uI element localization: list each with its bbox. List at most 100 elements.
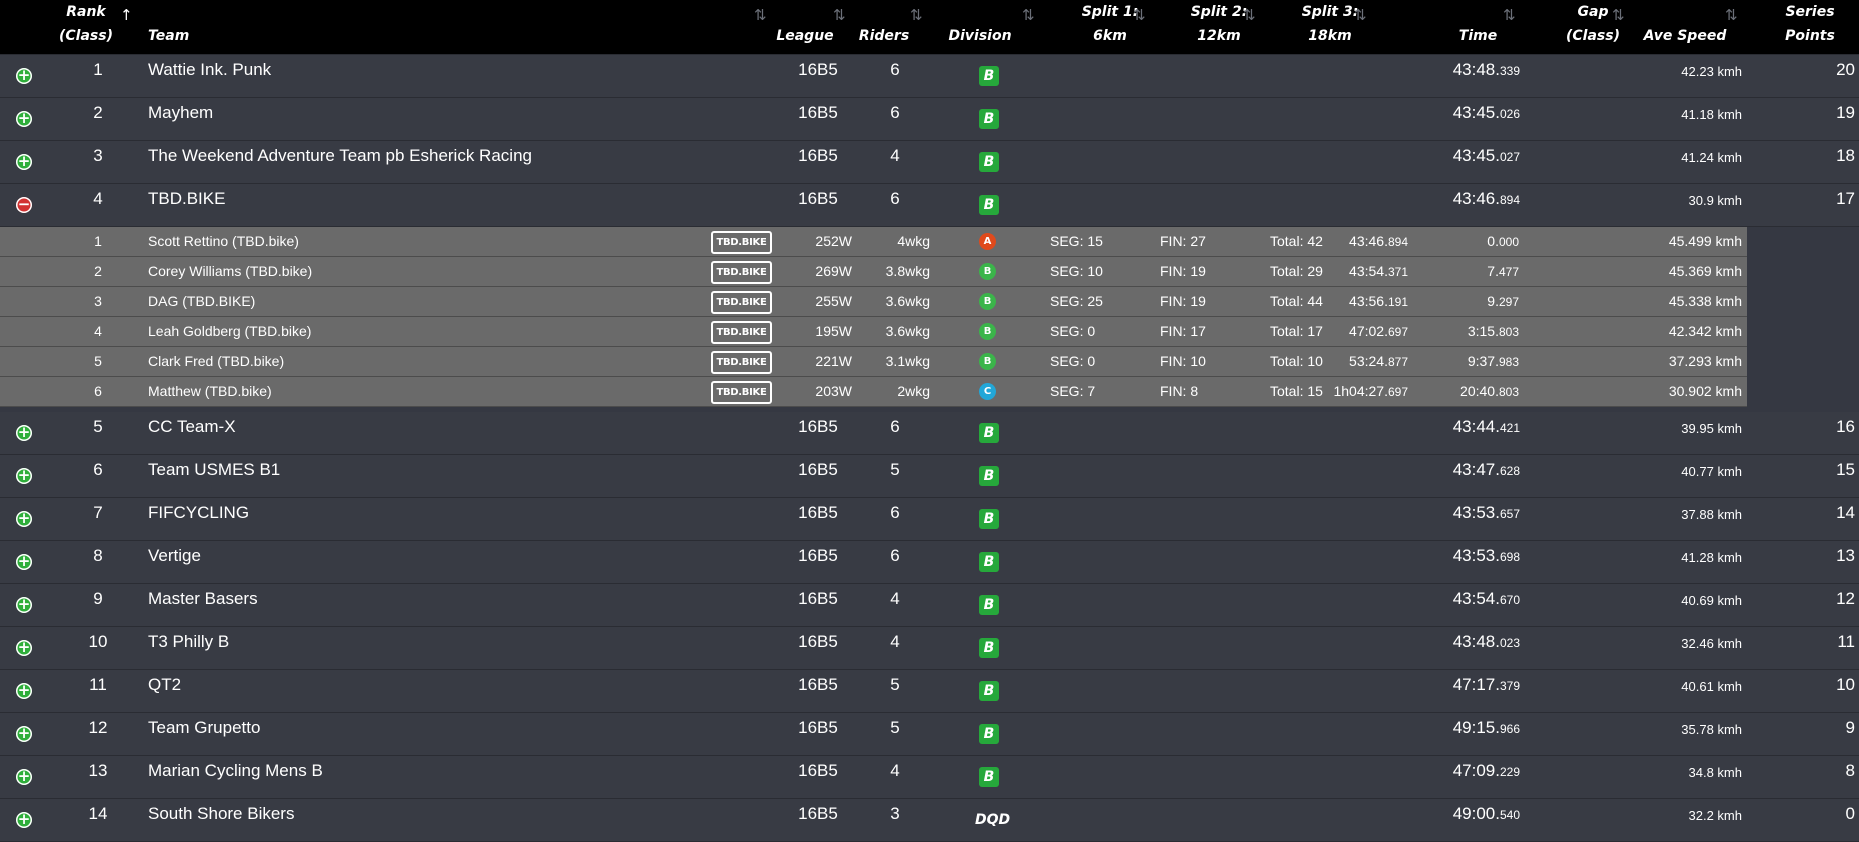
series-points-cell: 20 bbox=[1836, 60, 1855, 79]
table-row[interactable]: +13 Marian Cycling Mens B 16B5 4 B 47:09.229 3… bbox=[0, 756, 1859, 799]
expand-icon[interactable]: + bbox=[16, 683, 32, 699]
rider-rank: 4 bbox=[94, 323, 102, 339]
table-row[interactable]: +14 South Shore Bikers 16B5 3 DQD 49:00.540 32… bbox=[0, 799, 1859, 842]
sort-icon[interactable]: ⇅ bbox=[1612, 6, 1625, 24]
rider-rank: 3 bbox=[94, 293, 102, 309]
table-row[interactable]: +2 Mayhem 16B5 6 B 43:45.026 41.18 kmh 19 bbox=[0, 98, 1859, 141]
table-row[interactable]: +1 Wattie Ink. Punk 16B5 6 B 43:48.339 42.23 k… bbox=[0, 55, 1859, 98]
rank-cell: 2 bbox=[93, 103, 103, 122]
expand-icon[interactable]: + bbox=[16, 511, 32, 527]
team-name[interactable]: The Weekend Adventure Team pb Esherick R… bbox=[148, 141, 532, 171]
expand-icon[interactable]: + bbox=[16, 154, 32, 170]
rider-row[interactable]: 1 Scott Rettino (TBD.bike) TBD.BIKE 252W 4wk… bbox=[0, 227, 1747, 257]
rider-wkg: 2wkg bbox=[897, 383, 930, 399]
team-name[interactable]: Marian Cycling Mens B bbox=[148, 756, 323, 786]
sort-icon[interactable]: ⇅ bbox=[1022, 6, 1035, 24]
rider-name[interactable]: Matthew (TBD.bike) bbox=[148, 377, 272, 406]
col-league-header[interactable]: League bbox=[775, 24, 835, 48]
team-name[interactable]: Mayhem bbox=[148, 98, 213, 128]
rider-row[interactable]: 6 Matthew (TBD.bike) TBD.BIKE 203W 2wkg C SEG:… bbox=[0, 377, 1747, 407]
col-series-points-header[interactable]: Series Points bbox=[1775, 0, 1845, 48]
table-row[interactable]: +12 Team Grupetto 16B5 5 B 49:15.966 35.78 kmh… bbox=[0, 713, 1859, 756]
sort-icon[interactable]: ⇅ bbox=[833, 6, 846, 24]
sort-icon[interactable]: ⇅ bbox=[1354, 6, 1367, 24]
table-row[interactable]: − 4 TBD.BIKE 16B5 6 B 43:46.894 30.9 kmh 17 bbox=[0, 184, 1859, 227]
col-rank-header[interactable]: Rank (Class) bbox=[56, 0, 116, 48]
rider-name[interactable]: Scott Rettino (TBD.bike) bbox=[148, 227, 299, 256]
rider-row[interactable]: 4 Leah Goldberg (TBD.bike) TBD.BIKE 195W 3.6… bbox=[0, 317, 1747, 347]
collapse-icon[interactable]: − bbox=[16, 197, 32, 213]
rider-name[interactable]: DAG (TBD.BIKE) bbox=[148, 287, 255, 316]
rider-name[interactable]: Leah Goldberg (TBD.bike) bbox=[148, 317, 311, 346]
col-speed-header[interactable]: Ave Speed bbox=[1640, 24, 1730, 48]
rider-seg: SEG: 7 bbox=[1050, 383, 1096, 399]
league-cell: 16B5 bbox=[798, 632, 838, 651]
col-time-header[interactable]: Time bbox=[1448, 24, 1508, 48]
team-name[interactable]: Vertige bbox=[148, 541, 201, 571]
expand-icon[interactable]: + bbox=[16, 726, 32, 742]
expand-icon[interactable]: + bbox=[16, 554, 32, 570]
team-name[interactable]: TBD.BIKE bbox=[148, 184, 225, 214]
table-row[interactable]: +7 FIFCYCLING 16B5 6 B 43:53.657 37.88 kmh 14 bbox=[0, 498, 1859, 541]
rider-row[interactable]: 5 Clark Fred (TBD.bike) TBD.BIKE 221W 3.1wkg… bbox=[0, 347, 1747, 377]
rider-speed: 45.369 kmh bbox=[1668, 263, 1742, 279]
team-name[interactable]: T3 Philly B bbox=[148, 627, 229, 657]
team-name[interactable]: Team USMES B1 bbox=[148, 455, 280, 485]
sort-icon[interactable]: ⇅ bbox=[1725, 6, 1738, 24]
expand-icon[interactable]: + bbox=[16, 111, 32, 127]
table-row[interactable]: +8 Vertige 16B5 6 B 43:53.698 41.28 kmh 13 bbox=[0, 541, 1859, 584]
expand-icon[interactable]: + bbox=[16, 769, 32, 785]
rider-gap: 0.000 bbox=[1487, 227, 1519, 257]
series-points-cell: 15 bbox=[1836, 460, 1855, 479]
sort-icon[interactable]: ⇅ bbox=[754, 6, 767, 24]
rider-watts: 255W bbox=[815, 293, 852, 309]
expand-icon[interactable]: + bbox=[16, 597, 32, 613]
expand-icon[interactable]: + bbox=[16, 812, 32, 828]
table-row[interactable]: +5 CC Team-X 16B5 6 B 43:44.421 39.95 kmh 16 bbox=[0, 412, 1859, 455]
team-name[interactable]: CC Team-X bbox=[148, 412, 236, 442]
time-ms: 894 bbox=[1499, 193, 1520, 207]
team-name[interactable]: Master Basers bbox=[148, 584, 258, 614]
series-points-cell: 19 bbox=[1836, 103, 1855, 122]
team-name[interactable]: South Shore Bikers bbox=[148, 799, 294, 829]
sort-icon[interactable]: ↑ bbox=[120, 6, 133, 24]
expand-icon[interactable]: + bbox=[16, 640, 32, 656]
table-row[interactable]: +3 The Weekend Adventure Team pb Esherick… bbox=[0, 141, 1859, 184]
gap-ms: 477 bbox=[1498, 265, 1519, 279]
col-riders-header[interactable]: Riders bbox=[854, 24, 914, 48]
table-row[interactable]: +10 T3 Philly B 16B5 4 B 43:48.023 32.46 kmh 11 bbox=[0, 627, 1859, 670]
expand-icon[interactable]: + bbox=[16, 468, 32, 484]
expand-icon[interactable]: + bbox=[16, 68, 32, 84]
team-name[interactable]: FIFCYCLING bbox=[148, 498, 249, 528]
league-cell: 16B5 bbox=[798, 103, 838, 122]
team-name[interactable]: QT2 bbox=[148, 670, 181, 700]
team-name[interactable]: Wattie Ink. Punk bbox=[148, 55, 271, 85]
rider-total: Total: 42 bbox=[1270, 233, 1323, 249]
time-cell: 43:46.894 bbox=[1453, 184, 1520, 215]
team-name[interactable]: Team Grupetto bbox=[148, 713, 260, 743]
expand-icon[interactable]: + bbox=[16, 425, 32, 441]
rider-name[interactable]: Corey Williams (TBD.bike) bbox=[148, 257, 312, 286]
sort-icon[interactable]: ⇅ bbox=[1503, 6, 1516, 24]
sort-icon[interactable]: ⇅ bbox=[1243, 6, 1256, 24]
time-ms: 023 bbox=[1499, 636, 1520, 650]
rider-row[interactable]: 2 Corey Williams (TBD.bike) TBD.BIKE 269W 3.… bbox=[0, 257, 1747, 287]
col-team-header[interactable]: Team bbox=[148, 24, 189, 48]
division-badge: DQD bbox=[975, 812, 1011, 828]
table-row[interactable]: +9 Master Basers 16B5 4 B 43:54.670 40.69 kmh 1… bbox=[0, 584, 1859, 627]
table-row[interactable]: +6 Team USMES B1 16B5 5 B 43:47.628 40.77 kmh 1… bbox=[0, 455, 1859, 498]
rider-row[interactable]: 3 DAG (TBD.BIKE) TBD.BIKE 255W 3.6wkg B SEG: 2… bbox=[0, 287, 1747, 317]
col-division-header[interactable]: Division bbox=[945, 24, 1015, 48]
riders-cell: 5 bbox=[890, 675, 900, 694]
division-badge: B bbox=[979, 109, 999, 129]
time-main: 43:56. bbox=[1349, 293, 1388, 309]
rider-name[interactable]: Clark Fred (TBD.bike) bbox=[148, 347, 284, 376]
rider-time: 53:24.877 bbox=[1349, 347, 1408, 377]
sort-icon[interactable]: ⇅ bbox=[1133, 6, 1146, 24]
table-row[interactable]: +11 QT2 16B5 5 B 47:17.379 40.61 kmh 10 bbox=[0, 670, 1859, 713]
time-ms: 657 bbox=[1499, 507, 1520, 521]
division-badge: B bbox=[979, 638, 999, 658]
table-header: Rank (Class) ↑ Team ⇅ League ⇅ Riders ⇅ … bbox=[0, 0, 1859, 56]
sort-icon[interactable]: ⇅ bbox=[910, 6, 923, 24]
time-main: 43:46. bbox=[1349, 233, 1388, 249]
